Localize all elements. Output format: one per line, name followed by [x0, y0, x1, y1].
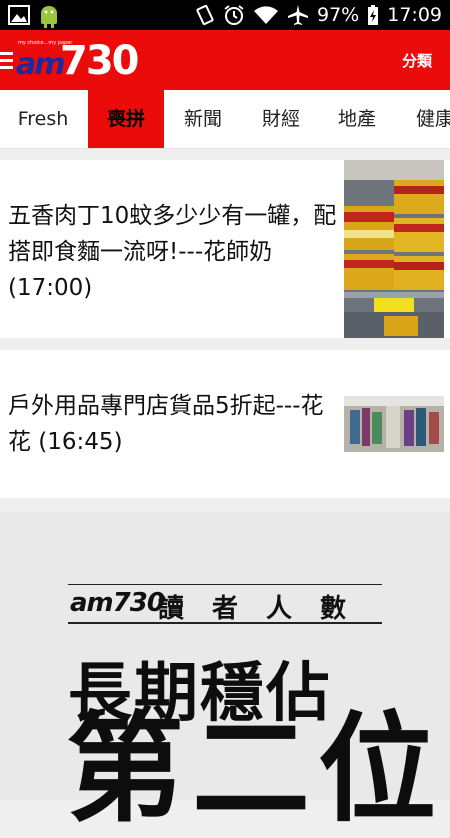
- app-bar: my choice...my paper am 730 分類: [0, 30, 450, 90]
- tab-bargains[interactable]: 喪拼: [88, 90, 164, 148]
- advertisement-banner[interactable]: am730 讀者人數 長期穩佔 第二位: [0, 512, 450, 828]
- article-title: 五香肉丁10蚊多少少有一罐，配搭即食麵一流呀!---花師奶 (17:00): [8, 203, 337, 301]
- ad-divider: [68, 584, 382, 585]
- article-title: 戶外用品專門店貨品5折起---花花 (16:45): [8, 393, 324, 455]
- wifi-icon: [254, 6, 278, 24]
- article-thumbnail: [344, 396, 444, 452]
- tab-health[interactable]: 健康: [398, 90, 450, 148]
- ad-divider: [68, 622, 382, 624]
- logo-am: am: [16, 47, 65, 82]
- clock: 17:09: [387, 4, 442, 26]
- alarm-icon: [224, 5, 244, 25]
- airplane-mode-icon: [288, 5, 308, 25]
- logo-number: 730: [60, 38, 139, 84]
- ad-big-text: 第二位: [66, 700, 445, 838]
- android-notification-icon: [41, 6, 57, 28]
- battery-charging-icon: [368, 5, 379, 25]
- article-card[interactable]: 戶外用品專門店貨品5折起---花花 (16:45): [0, 350, 450, 498]
- tab-finance[interactable]: 財經: [244, 90, 318, 148]
- category-button[interactable]: 分類: [402, 50, 432, 71]
- ad-readers-text: 讀者人數: [158, 594, 375, 624]
- status-bar: 97% 17:09: [0, 0, 450, 30]
- tab-property[interactable]: 地產: [320, 90, 394, 148]
- category-tabs: Fresh 喪拼 新聞 財經 地產 健康: [0, 90, 450, 149]
- ad-logo: am730: [70, 588, 165, 618]
- tab-news[interactable]: 新聞: [166, 90, 240, 148]
- menu-icon[interactable]: [0, 52, 13, 73]
- article-card[interactable]: 五香肉丁10蚊多少少有一罐，配搭即食麵一流呀!---花師奶 (17:00): [0, 160, 450, 338]
- battery-percentage: 97%: [317, 4, 360, 26]
- tab-fresh[interactable]: Fresh: [0, 90, 86, 148]
- article-thumbnail: [344, 160, 444, 338]
- am730-logo: my choice...my paper am 730: [16, 38, 139, 84]
- gallery-notification-icon: [8, 5, 30, 25]
- vibrate-icon: [196, 4, 214, 26]
